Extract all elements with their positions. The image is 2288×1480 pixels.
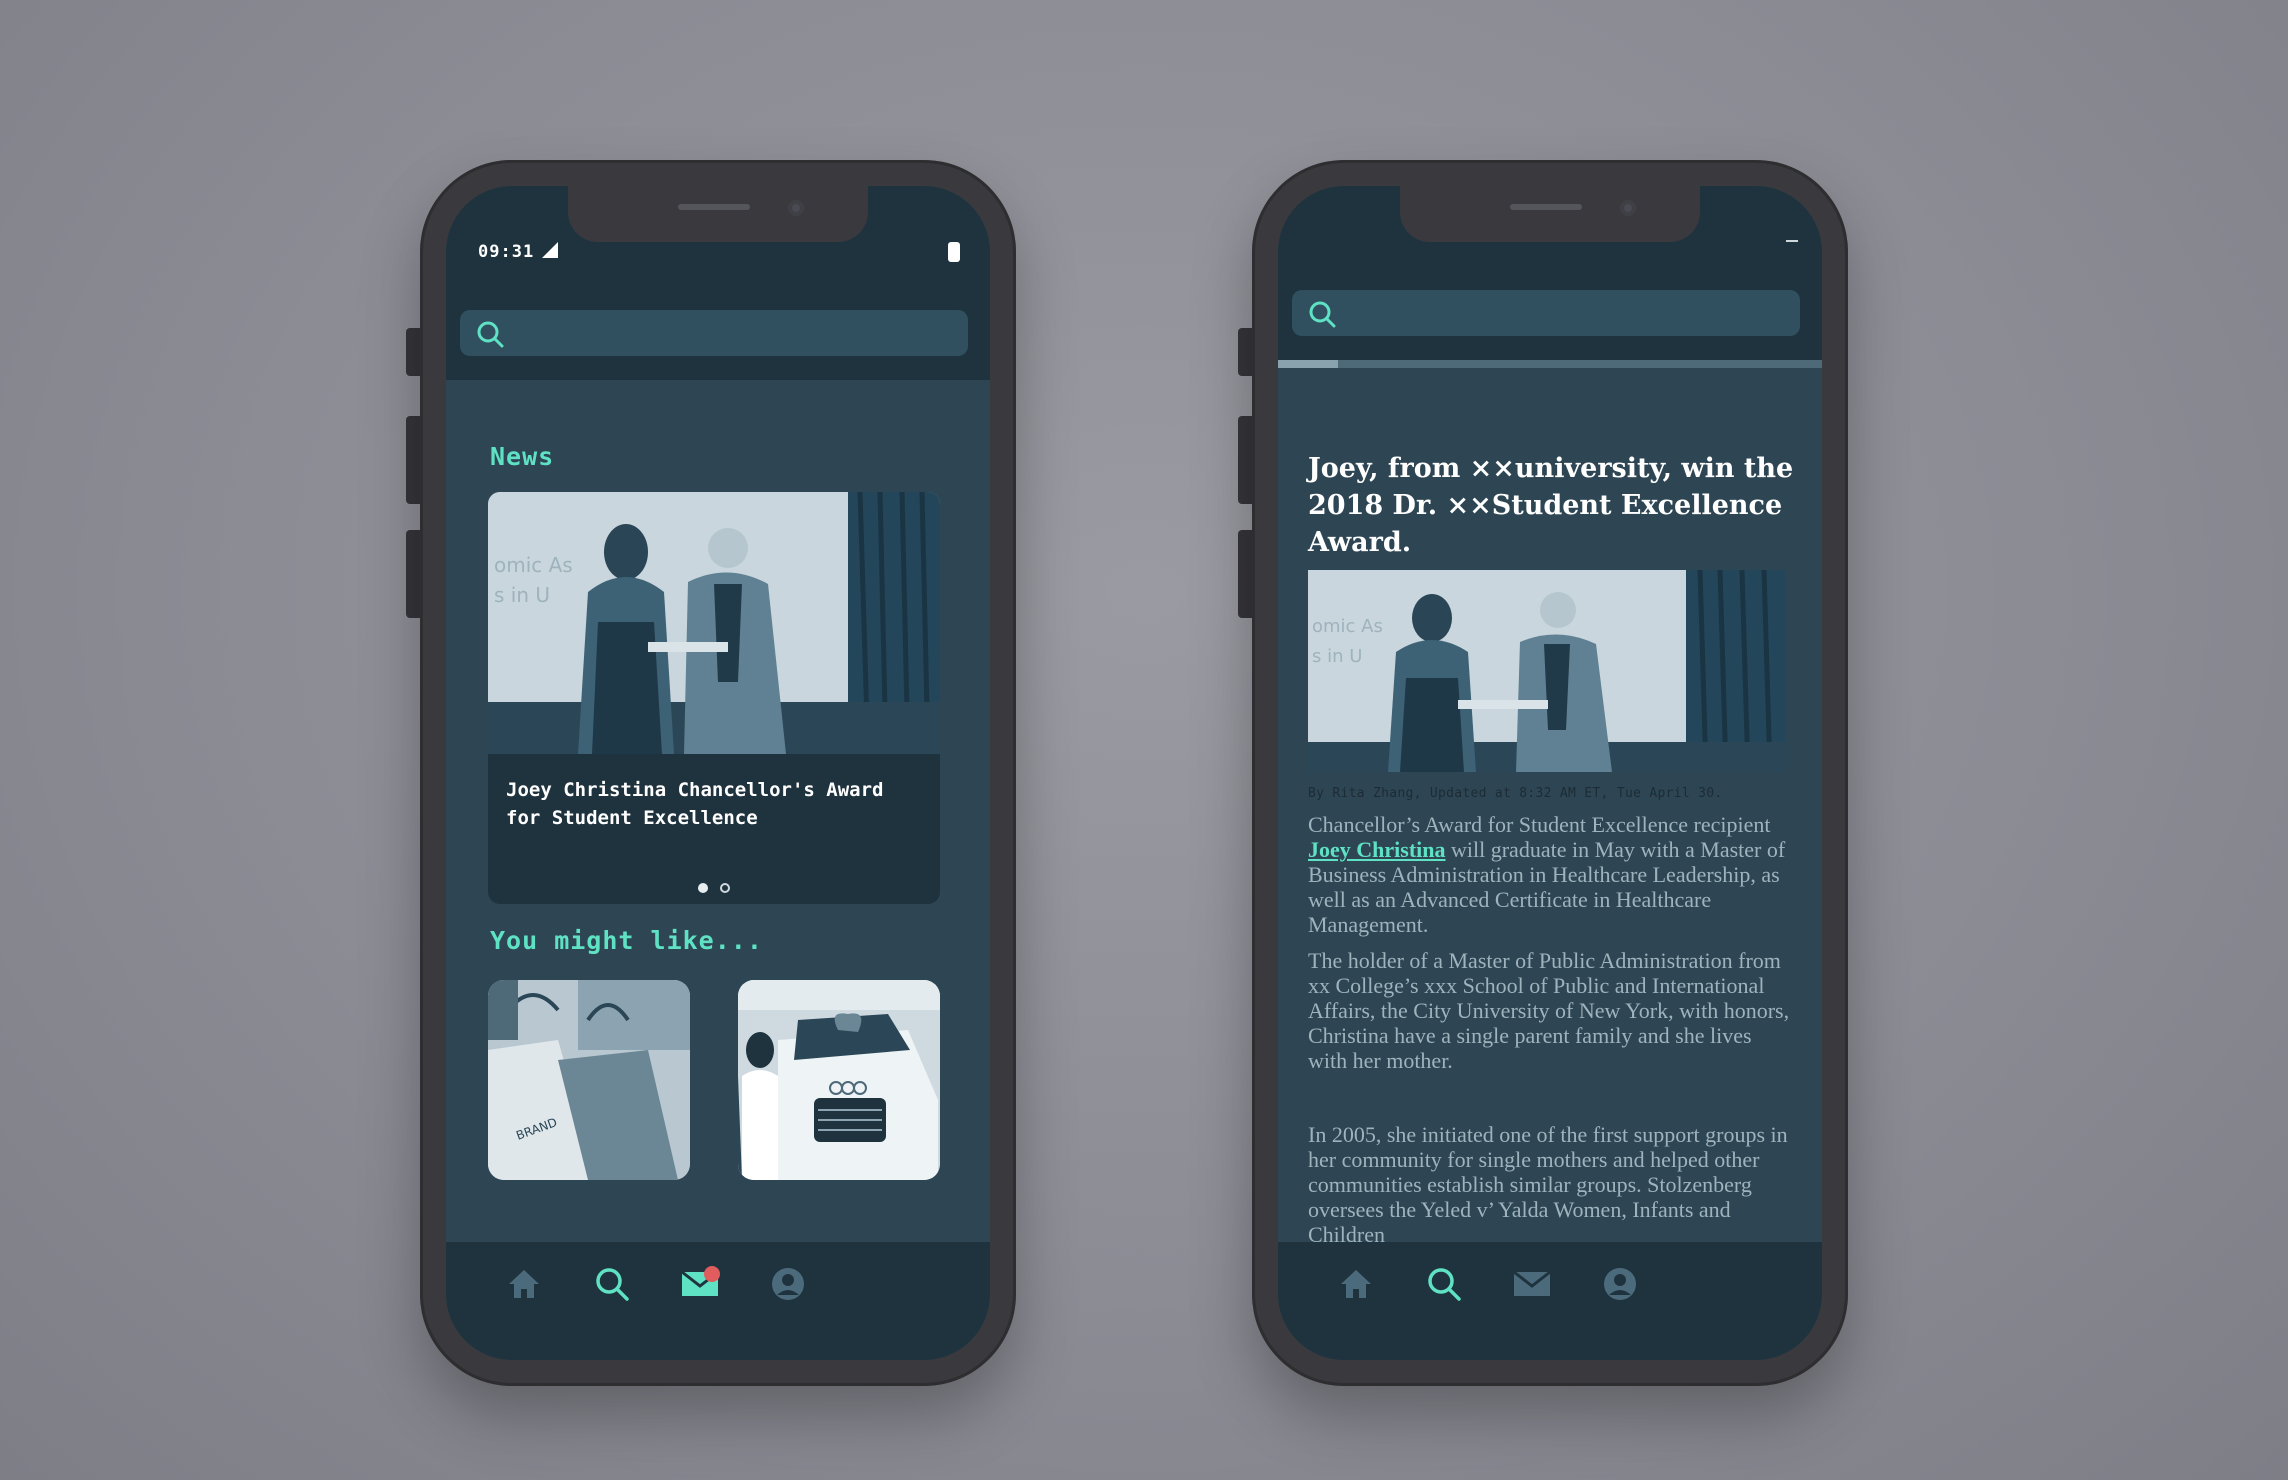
svg-text:omic As: omic As [1312, 616, 1383, 637]
notch [568, 186, 868, 242]
news-headline: Joey Christina Chancellor's Award for St… [506, 779, 884, 829]
search-bar[interactable] [460, 310, 968, 356]
mute-switch [406, 328, 420, 376]
svg-text:s in U: s in U [494, 583, 550, 607]
search-icon [1426, 1266, 1462, 1306]
carousel-dot-1[interactable] [698, 883, 708, 893]
volume-down-button [406, 530, 420, 618]
search-icon [594, 1266, 630, 1306]
home-icon [1339, 1268, 1373, 1304]
screen: 09:31 News omic As s in U Joey Christina… [446, 186, 990, 1360]
status-time: 09:31 [478, 242, 535, 262]
article-title: Joey, from ××university, win the 2018 Dr… [1308, 453, 1794, 558]
tab-mail[interactable] [1502, 1256, 1562, 1316]
author-link[interactable]: Joey Christina [1308, 837, 1446, 862]
notification-badge [704, 1266, 720, 1282]
tab-profile[interactable] [758, 1256, 818, 1316]
carousel-dot-2[interactable] [720, 883, 730, 893]
profile-icon [1603, 1267, 1637, 1305]
news-card[interactable]: omic As s in U Joey Christina Chancellor… [488, 492, 940, 904]
battery-icon [948, 242, 960, 262]
mute-switch [1238, 328, 1252, 376]
paragraph-text: Chancellor’s Award for Student Excellenc… [1308, 812, 1771, 837]
tab-profile[interactable] [1590, 1256, 1650, 1316]
notch [1400, 186, 1700, 242]
reading-progress-bar [1278, 360, 1822, 368]
phone-left: 09:31 News omic As s in U Joey Christina… [406, 160, 1016, 1386]
volume-down-button [1238, 530, 1252, 618]
recommend-heading: You might like... [490, 926, 763, 955]
reading-progress-fill [1278, 360, 1338, 368]
volume-up-button [1238, 416, 1252, 504]
battery-indicator [1786, 240, 1798, 242]
carousel-dots [488, 878, 940, 897]
recommend-thumb-car[interactable] [738, 980, 940, 1180]
article-paragraph-2: The holder of a Master of Public Adminis… [1308, 948, 1790, 1073]
signal-icon [542, 242, 558, 258]
speaker [678, 204, 750, 210]
article-byline: By Rita Zhang, Updated at 8:32 AM ET, Tu… [1308, 786, 1723, 801]
volume-up-button [406, 416, 420, 504]
recommend-thumb-bags[interactable]: BRAND [488, 980, 690, 1180]
home-icon [507, 1268, 541, 1304]
news-heading: News [490, 442, 555, 471]
article-photo: omic As s in U [1308, 570, 1786, 772]
article-paragraph-1: Chancellor’s Award for Student Excellenc… [1308, 812, 1792, 937]
speaker [1510, 204, 1582, 210]
news-photo: omic As s in U [488, 492, 940, 755]
tab-home[interactable] [1326, 1256, 1386, 1316]
tab-mail[interactable] [670, 1256, 730, 1316]
main-content: News omic As s in U Joey Christina Chanc… [446, 380, 990, 1242]
article-paragraph-3: In 2005, she initiated one of the first … [1308, 1122, 1788, 1247]
search-icon [1308, 300, 1336, 332]
svg-text:s in U: s in U [1312, 646, 1362, 667]
tab-search[interactable] [1414, 1256, 1474, 1316]
profile-icon [771, 1267, 805, 1305]
camera [788, 200, 804, 216]
mail-icon [1513, 1270, 1551, 1302]
camera [1620, 200, 1636, 216]
search-bar[interactable] [1292, 290, 1800, 336]
tab-search[interactable] [582, 1256, 642, 1316]
svg-text:omic As: omic As [494, 553, 573, 577]
screen: Joey, from ××university, win the 2018 Dr… [1278, 186, 1822, 1360]
tab-home[interactable] [494, 1256, 554, 1316]
phone-right: Joey, from ××university, win the 2018 Dr… [1238, 160, 1848, 1386]
tab-bar [1278, 1242, 1822, 1360]
tab-bar [446, 1242, 990, 1360]
search-icon [476, 320, 504, 352]
